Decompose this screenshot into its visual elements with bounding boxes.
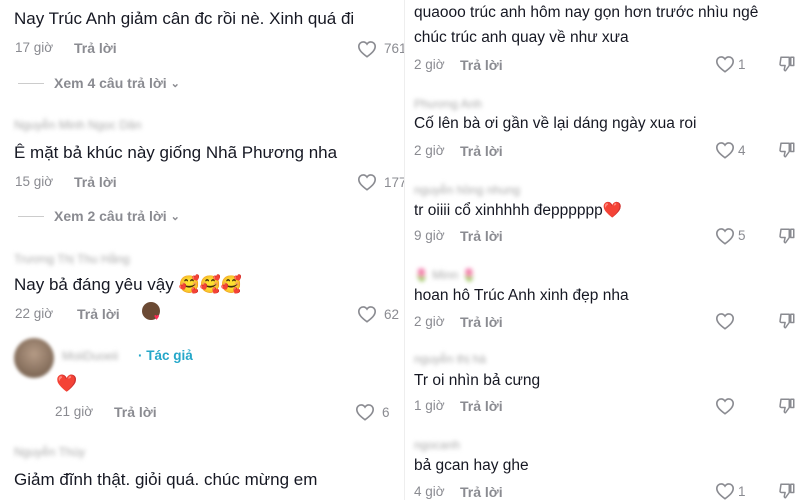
thumbs-down-icon[interactable] xyxy=(778,312,796,330)
thumbs-down-icon[interactable] xyxy=(778,397,796,415)
heart-badge-icon: ♥ xyxy=(154,312,160,322)
heart-outline-icon[interactable] xyxy=(355,403,375,421)
reply-button[interactable]: Trả lời xyxy=(460,143,503,159)
comment-text: quaooo trúc anh hôm nay gọn hơn trước nh… xyxy=(414,4,759,21)
heart-outline-icon[interactable] xyxy=(715,55,735,73)
reply-button[interactable]: Trả lời xyxy=(460,398,503,414)
reply-button[interactable]: Trả lời xyxy=(74,40,117,56)
heart-outline-icon[interactable] xyxy=(715,141,735,159)
username[interactable]: Nguyễn Minh Ngọc Dân xyxy=(14,118,141,132)
username[interactable]: nguyễn thị hà xyxy=(414,352,486,366)
username[interactable]: ngocanh xyxy=(414,438,460,452)
heart-outline-icon[interactable] xyxy=(715,312,735,330)
comments-panel-right: quaooo trúc anh hôm nay gọn hơn trước nh… xyxy=(405,0,800,500)
like-count: 4 xyxy=(738,143,746,158)
username[interactable]: Phương Anh xyxy=(414,97,482,111)
comment-time: 22 giờ xyxy=(15,306,54,321)
heart-outline-icon[interactable] xyxy=(715,227,735,245)
view-replies-button[interactable]: Xem 2 câu trả lời ⌄ xyxy=(18,208,180,224)
comment-time: 1 giờ xyxy=(414,398,445,413)
chevron-down-icon: ⌄ xyxy=(170,210,180,223)
like-count: 1 xyxy=(738,57,746,72)
comment-text: Nay Trúc Anh giảm cân đc rồi nè. Xinh qu… xyxy=(14,9,355,28)
comment-time: 21 giờ xyxy=(55,404,94,419)
username[interactable]: Trương Thị Thu Hằng xyxy=(14,252,130,266)
comment-time: 2 giờ xyxy=(414,314,445,329)
username[interactable]: Nguyễn Thùy xyxy=(14,445,85,459)
like-count: 761 xyxy=(384,41,404,56)
reply-button[interactable]: Trả lời xyxy=(460,314,503,330)
thumbs-down-icon[interactable] xyxy=(778,227,796,245)
heart-outline-icon[interactable] xyxy=(357,305,377,323)
view-replies-button[interactable]: Xem 4 câu trả lời ⌄ xyxy=(18,75,180,91)
reply-button[interactable]: Trả lời xyxy=(460,228,503,244)
reply-button[interactable]: Trả lời xyxy=(114,404,157,420)
reply-button[interactable]: Trả lời xyxy=(460,484,503,500)
comment-time: 15 giờ xyxy=(15,174,54,189)
username[interactable]: MoiiDuoeii xyxy=(62,349,118,363)
comment-text: hoan hô Trúc Anh xinh đẹp nha xyxy=(414,287,629,304)
heart-outline-icon[interactable] xyxy=(715,482,735,500)
comment-text: bả gcan hay ghe xyxy=(414,457,529,474)
heart-outline-icon[interactable] xyxy=(357,40,377,58)
comment-text: Ê mặt bả khúc này giống Nhã Phương nha xyxy=(14,143,338,162)
thumbs-down-icon[interactable] xyxy=(778,141,796,159)
comment-text: ❤️ xyxy=(56,374,78,393)
heart-outline-icon[interactable] xyxy=(357,173,377,191)
view-replies-label: Xem 2 câu trả lời xyxy=(54,208,167,224)
like-count: 1 xyxy=(738,484,746,499)
comment-time: 17 giờ xyxy=(15,40,54,55)
comment-text: Cố lên bà ơi gần về lại dáng ngày xua ro… xyxy=(414,115,697,132)
comment-time: 2 giờ xyxy=(414,143,445,158)
comment-time: 9 giờ xyxy=(414,228,445,243)
reply-button[interactable]: Trả lời xyxy=(74,174,117,190)
thumbs-down-icon[interactable] xyxy=(778,482,796,500)
username[interactable]: 🌷 Minn 🌷 xyxy=(414,268,477,282)
chevron-down-icon: ⌄ xyxy=(170,77,180,90)
reply-button[interactable]: Trả lời xyxy=(77,306,120,322)
like-count: 6 xyxy=(382,405,390,420)
like-count: 177 xyxy=(384,175,404,190)
comment-text: Nay bả đáng yêu vậy 🥰🥰🥰 xyxy=(14,275,242,294)
avatar[interactable] xyxy=(14,338,54,378)
reply-button[interactable]: Trả lời xyxy=(460,57,503,73)
comment-text: Tr oi nhìn bả cưng xyxy=(414,372,541,389)
comment-time: 2 giờ xyxy=(414,57,445,72)
comment-time: 4 giờ xyxy=(414,484,445,499)
comment-text: tr oiiii cổ xinhhhh đepppppp❤️ xyxy=(414,202,623,219)
author-badge: · Tác giả xyxy=(138,348,193,363)
comment-text: chúc trúc anh quay về như xưa xyxy=(414,29,629,46)
thumbs-down-icon[interactable] xyxy=(778,55,796,73)
comments-panel-left: Nay Trúc Anh giảm cân đc rồi nè. Xinh qu… xyxy=(0,0,404,500)
comment-text: Giảm đĩnh thật. giỏi quá. chúc mừng em xyxy=(14,470,318,489)
divider-line xyxy=(18,82,44,84)
like-count: 62 xyxy=(384,307,400,322)
divider-line xyxy=(18,215,44,217)
like-count: 5 xyxy=(738,228,746,243)
heart-outline-icon[interactable] xyxy=(715,397,735,415)
view-replies-label: Xem 4 câu trả lời xyxy=(54,75,167,91)
username[interactable]: nguyễn hồng nhung xyxy=(414,183,520,197)
